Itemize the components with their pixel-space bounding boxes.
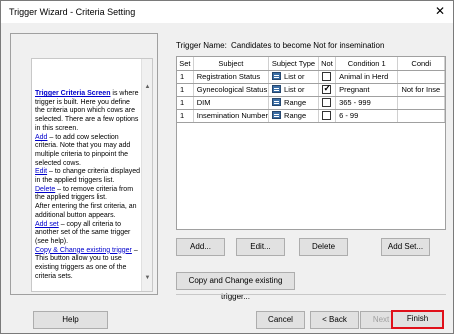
cell-condition-2 (397, 70, 445, 84)
range-type-icon (272, 111, 282, 119)
scroll-up-icon[interactable]: ▲ (143, 83, 152, 92)
cell-subject-type: Range (284, 98, 307, 107)
help-copy-link[interactable]: Copy & Change existing trigger (35, 247, 132, 254)
cell-condition-2 (397, 96, 445, 110)
copy-change-trigger-button[interactable]: Copy and Change existing trigger... (176, 272, 295, 301)
cell-condition-1: 365 - 999 (335, 96, 399, 110)
help-scrollbar[interactable]: ▲ ▼ (141, 59, 152, 291)
cell-condition-1: Animal in Herd (335, 70, 399, 84)
col-header-not[interactable]: Not (318, 57, 337, 71)
back-button[interactable]: < Back (310, 311, 359, 329)
cell-subject: DIM (193, 96, 270, 110)
cell-set: 1 (177, 70, 194, 84)
cell-subject-type: List or (284, 72, 305, 81)
window-title: Trigger Wizard - Criteria Setting (9, 7, 136, 17)
table-row[interactable]: 1 Gynecological Status List or Pregnant … (177, 83, 445, 97)
cell-set: 1 (177, 109, 194, 123)
cell-condition-1: Pregnant (335, 83, 399, 97)
help-panel: Trigger Criteria Screen is where trigger… (10, 33, 158, 295)
not-checkbox[interactable] (322, 83, 332, 94)
table-row[interactable]: 1 Registration Status List or Animal in … (177, 70, 445, 84)
help-intro-title: Trigger Criteria Screen (35, 90, 111, 97)
cell-condition-2 (397, 109, 445, 123)
col-header-subject-type[interactable]: Subject Type (268, 57, 319, 71)
cancel-button[interactable]: Cancel (256, 311, 305, 329)
help-edit-link[interactable]: Edit (35, 168, 47, 175)
cell-subject: Insemination Number (193, 109, 270, 123)
help-add-link[interactable]: Add (35, 134, 47, 141)
help-delete-link[interactable]: Delete (35, 186, 55, 193)
table-row[interactable]: 1 DIM Range 365 - 999 (177, 96, 445, 110)
cell-subject: Gynecological Status (193, 83, 270, 97)
cell-subject-type: Range (284, 111, 307, 120)
help-edit-desc: – to change criteria displayed in the ap… (35, 168, 141, 185)
not-checkbox[interactable] (322, 71, 332, 81)
not-checkbox[interactable] (322, 110, 332, 120)
cell-set: 1 (177, 96, 194, 110)
cell-condition-2: Not for Inse (397, 83, 445, 97)
help-add-desc: – to add cow selection criteria. Note th… (35, 133, 131, 167)
list-type-icon (272, 72, 282, 80)
table-row[interactable]: 1 Insemination Number Range 6 - 99 (177, 109, 445, 123)
add-button[interactable]: Add... (176, 238, 225, 256)
add-set-button[interactable]: Add Set... (381, 238, 430, 256)
cell-set: 1 (177, 83, 194, 97)
trigger-name-label: Trigger Name: (176, 41, 227, 50)
col-header-condition-2[interactable]: Condi (397, 57, 445, 71)
delete-button[interactable]: Delete (299, 238, 348, 256)
criteria-grid: Set Subject Subject Type Not Condition 1… (176, 56, 446, 230)
separator (176, 294, 446, 295)
col-header-set[interactable]: Set (177, 57, 194, 71)
help-text: Trigger Criteria Screen is where trigger… (35, 90, 141, 281)
edit-button[interactable]: Edit... (236, 238, 285, 256)
not-checkbox[interactable] (322, 97, 332, 107)
range-type-icon (272, 98, 282, 106)
scroll-down-icon[interactable]: ▼ (143, 274, 152, 283)
help-addset-link[interactable]: Add set (35, 221, 59, 228)
trigger-wizard-window: Trigger Wizard - Criteria Setting ✕ Trig… (0, 0, 454, 334)
help-after-first: After entering the first criteria, an ad… (35, 203, 137, 219)
help-text-box: Trigger Criteria Screen is where trigger… (31, 58, 153, 292)
trigger-name-value: Candidates to become Not for inseminatio… (231, 41, 385, 50)
col-header-condition-1[interactable]: Condition 1 (335, 57, 399, 71)
help-button[interactable]: Help (33, 311, 108, 329)
cell-condition-1: 6 - 99 (335, 109, 399, 123)
cell-subject: Registration Status (193, 70, 270, 84)
finish-button[interactable]: Finish (391, 310, 444, 329)
col-header-subject[interactable]: Subject (193, 57, 270, 71)
close-icon[interactable]: ✕ (435, 5, 445, 17)
title-bar: Trigger Wizard - Criteria Setting ✕ (1, 1, 453, 23)
list-type-icon (272, 85, 282, 93)
cell-subject-type: List or (284, 85, 305, 94)
